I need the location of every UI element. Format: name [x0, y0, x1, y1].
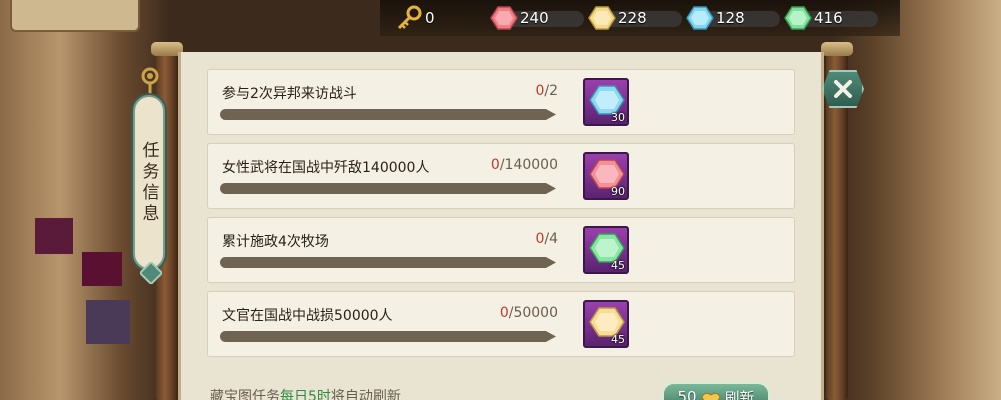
green-gem-count: 416: [814, 9, 843, 27]
task-progress-text: 0/140000: [490, 157, 558, 173]
task-description: 文官在国战中战损50000人: [222, 308, 393, 324]
refresh-button[interactable]: 50 刷新: [662, 382, 770, 400]
resource-green-gem: 416: [784, 5, 878, 31]
reward-slot[interactable]: 30: [583, 78, 629, 126]
background-sign: [10, 0, 140, 32]
reward-count: 30: [611, 111, 625, 124]
task-description: 女性武将在国战中歼敌140000人: [222, 160, 430, 176]
resource-red-gem: 240: [490, 5, 584, 31]
task-description: 累计施政4次牧场: [222, 234, 329, 250]
yellow-gem-count: 228: [618, 9, 647, 27]
resource-yellow-gem: 228: [588, 5, 682, 31]
progress-bar: [220, 257, 556, 268]
task-description: 参与2次异邦来访战斗: [222, 86, 357, 102]
background-decor: [82, 252, 122, 286]
refresh-label: 刷新: [724, 388, 755, 400]
resource-blue-gem: 128: [686, 5, 780, 31]
key-count: 0: [425, 9, 435, 27]
background-decor: [86, 300, 130, 344]
green-gem-icon: [784, 5, 812, 31]
gold-ingot-icon: [700, 392, 721, 400]
blue-gem-count: 128: [716, 9, 745, 27]
close-icon: [834, 80, 852, 98]
task-progress-text: 0/50000: [499, 305, 558, 321]
reward-slot[interactable]: 45: [583, 226, 629, 274]
yellow-gem-icon: [588, 5, 616, 31]
reward-slot[interactable]: 45: [583, 300, 629, 348]
reward-slot[interactable]: 90: [583, 152, 629, 200]
progress-bar: [220, 109, 556, 120]
task-progress-text: 0/2: [535, 83, 558, 99]
knot-ornament-icon: [141, 67, 159, 96]
task-row: 参与2次异邦来访战斗 0/2 30: [207, 69, 795, 135]
red-gem-icon: [490, 5, 518, 31]
task-row: 女性武将在国战中歼敌140000人 0/140000 90: [207, 143, 795, 209]
tassel-ornament-icon: [140, 262, 162, 284]
task-row: 累计施政4次牧场 0/4 45: [207, 217, 795, 283]
reward-count: 45: [611, 333, 625, 346]
task-progress-text: 0/4: [535, 231, 558, 247]
task-row: 文官在国战中战损50000人 0/50000 45: [207, 291, 795, 357]
refresh-cost: 50: [677, 388, 697, 400]
reward-count: 90: [611, 185, 625, 198]
scroll-rod-cap: [821, 42, 853, 56]
refresh-note: 藏宝图任务每日5时将自动刷新: [210, 389, 401, 400]
resource-key: 0: [395, 5, 435, 31]
progress-bar: [220, 331, 556, 342]
key-icon: [395, 5, 423, 31]
background-decor: [35, 218, 73, 254]
close-button[interactable]: [822, 70, 864, 108]
reward-count: 45: [611, 259, 625, 272]
blue-gem-icon: [686, 5, 714, 31]
panel-title: 任务信息: [133, 95, 165, 270]
progress-bar: [220, 183, 556, 194]
red-gem-count: 240: [520, 9, 549, 27]
